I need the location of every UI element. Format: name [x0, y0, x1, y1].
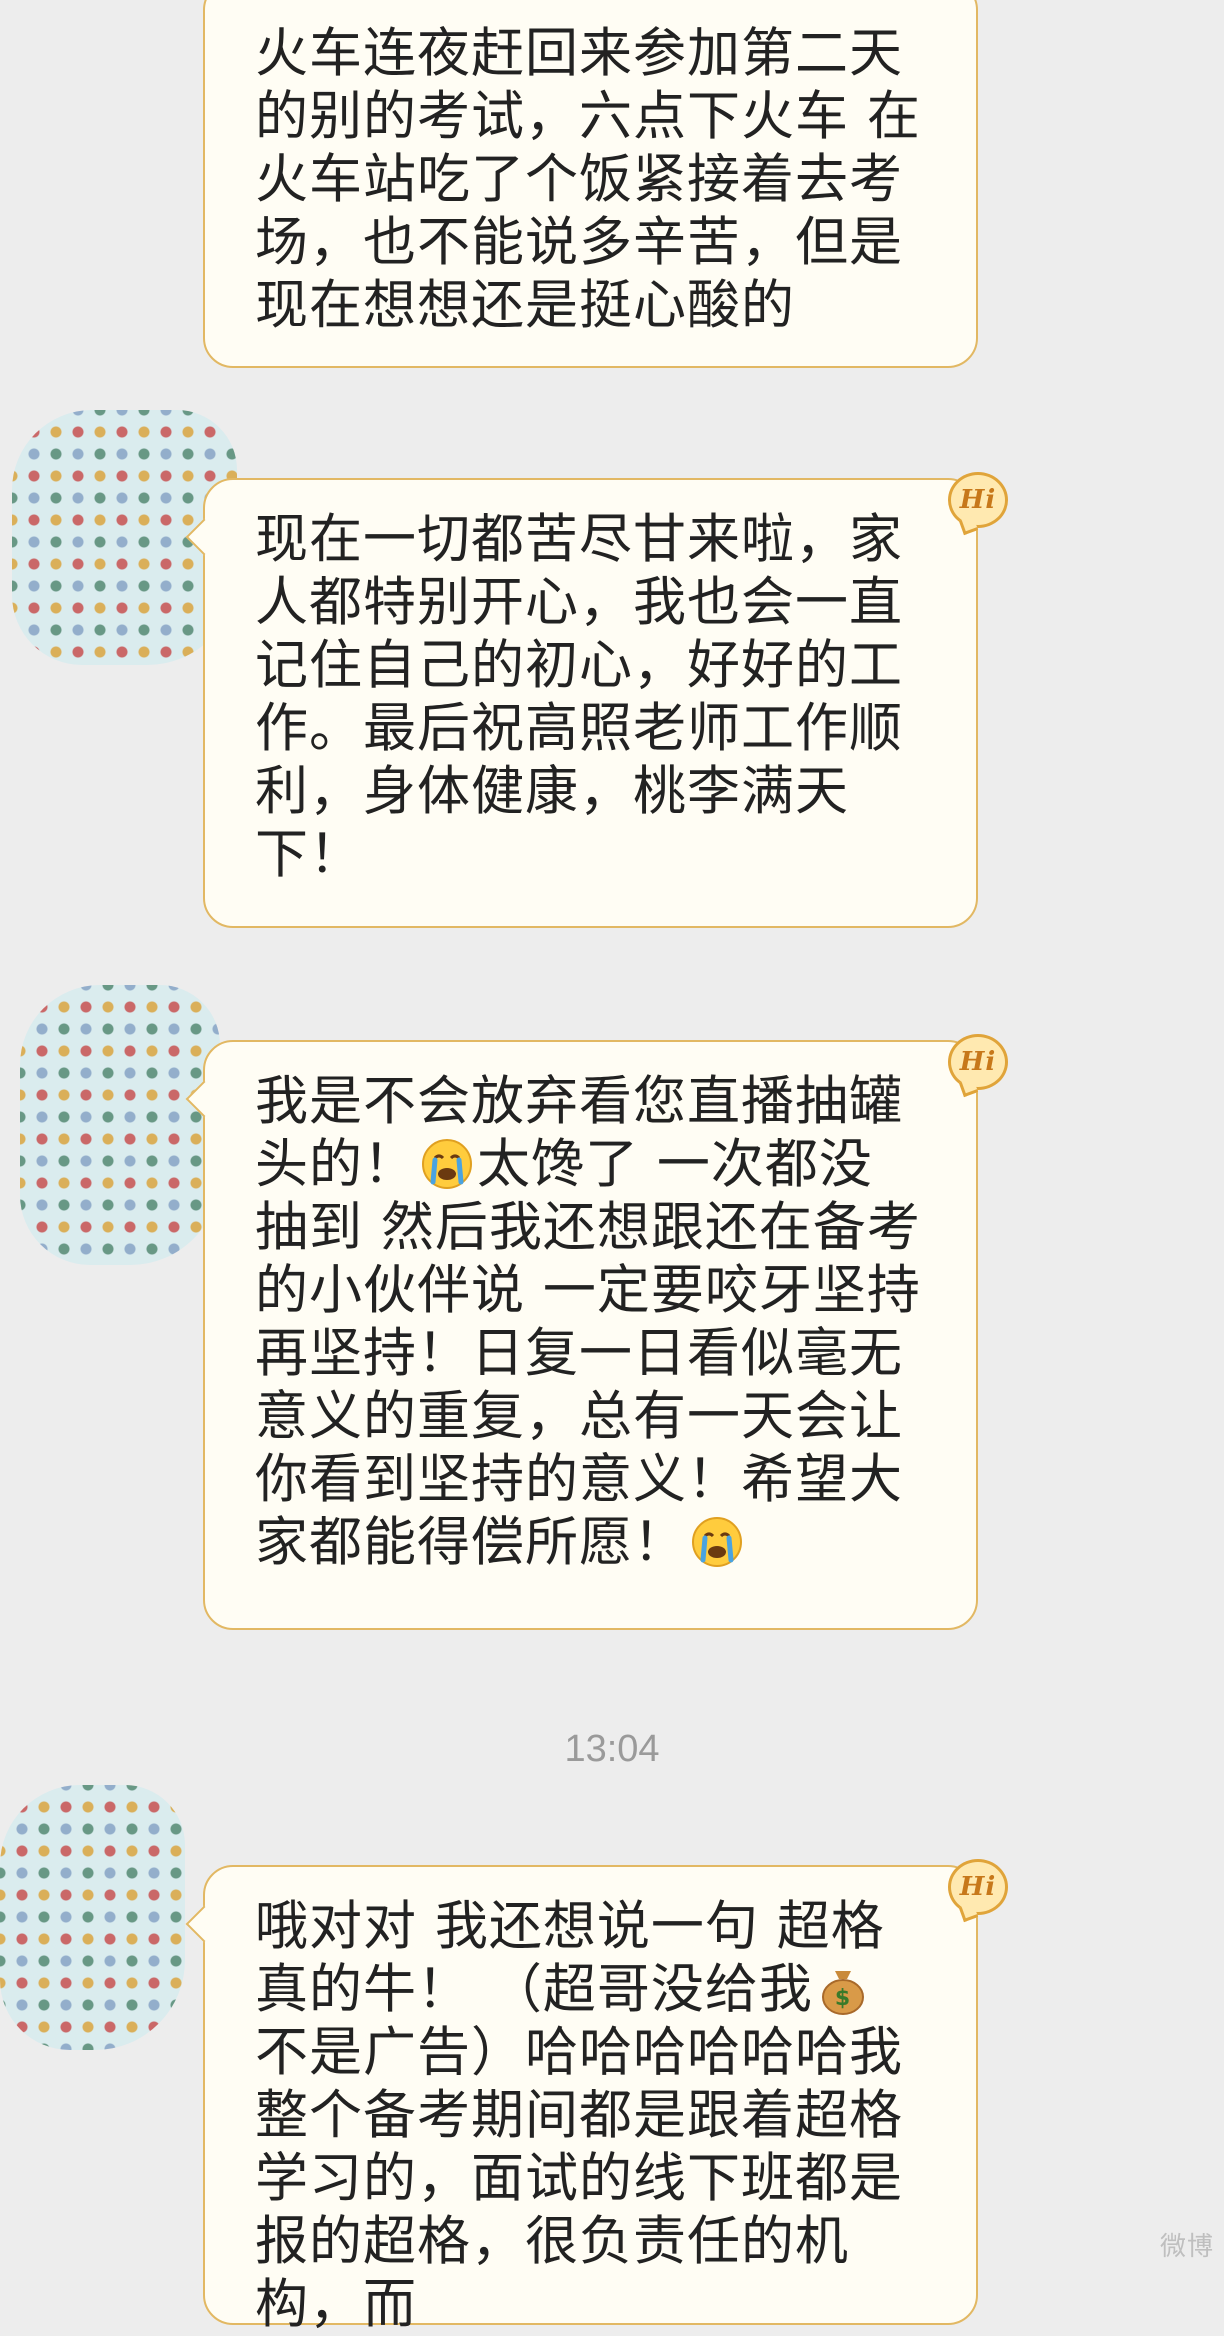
- message-text: 现在一切都苦尽甘来啦，家人都特别开心，我也会一直记住自己的初心，好好的工作。最后…: [255, 509, 903, 885]
- message-text: 哦对对 我还想说一句 超格真的牛！ （超哥没给我: [255, 1896, 885, 2020]
- svg-text:$: $: [835, 1986, 851, 2011]
- message-bubble[interactable]: Hi 现在一切都苦尽甘来啦，家人都特别开心，我也会一直记住自己的初心，好好的工作…: [185, 472, 1008, 928]
- watermark: 微博: [1159, 2231, 1214, 2261]
- message-bubble[interactable]: Hi 哦对对 我还想说一句 超格真的牛！ （超哥没给我 $ 不是广告）哈哈哈哈哈哈…: [185, 1859, 1008, 2335]
- chat-view: 火车连夜赶回来参加第二天的别的考试，六点下火车 在火车站吃了个饭紧接着去考场，也…: [0, 0, 1224, 2335]
- avatar[interactable]: [0, 1785, 185, 2050]
- money-bag-icon: $: [817, 1963, 869, 2015]
- hi-badge-icon: Hi: [948, 472, 1008, 528]
- message-text: 火车连夜赶回来参加第二天的别的考试，六点下火车 在火车站吃了个饭紧接着去考场，也…: [255, 23, 921, 336]
- crying-face-icon: [421, 1138, 473, 1190]
- message-text: 太馋了 一次都没抽到 然后我还想跟还在备考的小伙伴说 一定要咬牙坚持再坚持！日复…: [255, 1134, 921, 1573]
- message-bubble[interactable]: Hi 我是不会放弃看您直播抽罐头的！ 太馋了 一次都没抽到 然后我还想跟还在备考的…: [185, 1034, 1008, 1630]
- crying-face-icon: [691, 1516, 743, 1568]
- message-text: 不是广告）哈哈哈哈哈哈我整个备考期间都是跟着超格学习的，面试的线下班都是报的超格…: [255, 2022, 903, 2335]
- avatar[interactable]: [20, 985, 220, 1265]
- message-bubble[interactable]: 火车连夜赶回来参加第二天的别的考试，六点下火车 在火车站吃了个饭紧接着去考场，也…: [203, 0, 978, 368]
- message-timestamp: 13:04: [564, 1728, 660, 1770]
- bubble-tail: [185, 1905, 223, 1943]
- hi-badge-icon: Hi: [948, 1859, 1008, 1915]
- hi-badge-icon: Hi: [948, 1034, 1008, 1090]
